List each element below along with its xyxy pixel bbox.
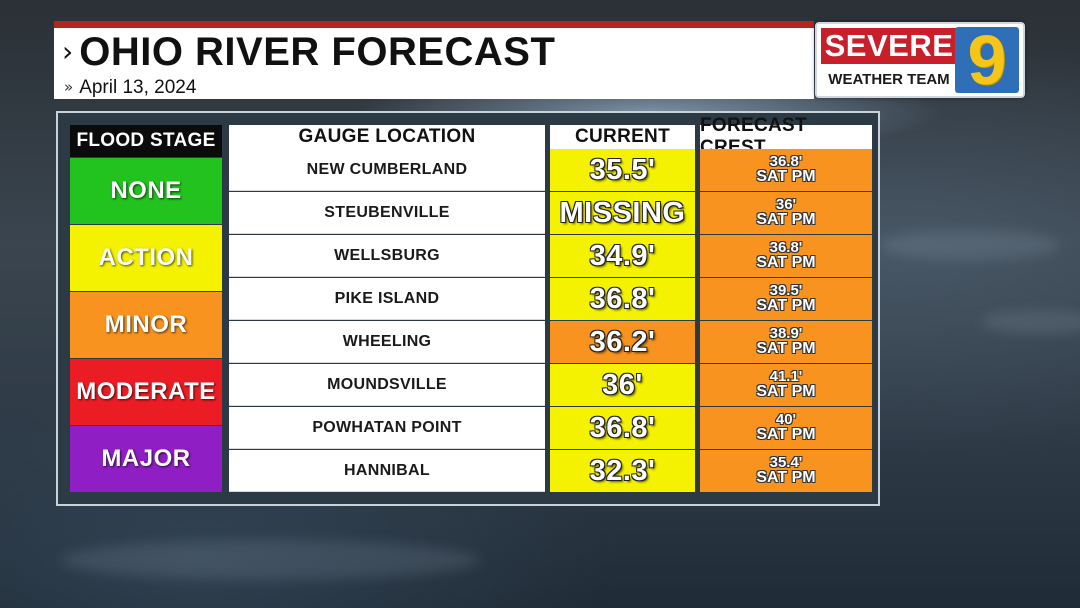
flood-stage-header: FLOOD STAGE xyxy=(70,125,222,157)
forecast-crest-cell: 41.1' SAT PM xyxy=(700,364,872,406)
crest-value: 35.4' xyxy=(769,453,803,471)
crest-time: SAT PM xyxy=(756,211,816,229)
crest-time: SAT PM xyxy=(756,383,816,401)
logo-channel-number: 9 xyxy=(955,25,1019,95)
forecast-crest-cell: 36.8' SAT PM xyxy=(700,149,872,191)
crest-time: SAT PM xyxy=(756,168,816,186)
flood-stage-moderate: MODERATE xyxy=(70,359,222,425)
current-level-cell: 32.3' xyxy=(550,450,695,492)
current-level-cell: 36.8' xyxy=(550,407,695,449)
crest-value: 36.8' xyxy=(769,238,803,256)
forecast-crest-cell: 36.8' SAT PM xyxy=(700,235,872,277)
date-row: » April 13, 2024 xyxy=(64,78,196,97)
flood-stage-legend: FLOOD STAGE NONE ACTION MINOR MODERATE MAJOR xyxy=(70,125,222,492)
gauge-location-cell: STEUBENVILLE xyxy=(229,192,545,234)
header-banner: › OHIO RIVER FORECAST » April 13, 2024 xyxy=(54,21,814,99)
current-level-cell: 35.5' xyxy=(550,149,695,191)
gauge-location-cell: WHEELING xyxy=(229,321,545,363)
crest-value: 39.5' xyxy=(769,281,803,299)
crest-time: SAT PM xyxy=(756,469,816,487)
crest-value: 40' xyxy=(775,410,797,428)
crest-value: 36.8' xyxy=(769,152,803,170)
gauge-location-cell: PIKE ISLAND xyxy=(229,278,545,320)
current-level-cell: 36.2' xyxy=(550,321,695,363)
forecast-date: April 13, 2024 xyxy=(79,77,197,98)
crest-value: 36' xyxy=(775,195,797,213)
current-header: CURRENT xyxy=(550,125,695,149)
background-wave xyxy=(980,310,1080,334)
double-chevron-right-icon: » xyxy=(64,78,74,96)
gauge-location-cell: POWHATAN POINT xyxy=(229,407,545,449)
forecast-crest-cell: 36' SAT PM xyxy=(700,192,872,234)
crest-time: SAT PM xyxy=(756,426,816,444)
crest-time: SAT PM xyxy=(756,254,816,272)
background-wave xyxy=(880,230,1060,260)
crest-value: 41.1' xyxy=(769,367,803,385)
page-title: OHIO RIVER FORECAST xyxy=(79,30,556,74)
crest-time: SAT PM xyxy=(756,297,816,315)
title-row: › OHIO RIVER FORECAST xyxy=(62,32,555,72)
forecast-panel: FLOOD STAGE NONE ACTION MINOR MODERATE MAJOR… xyxy=(56,111,880,506)
forecast-crest-cell: 39.5' SAT PM xyxy=(700,278,872,320)
gauge-location-column: NEW CUMBERLAND STEUBENVILLE WELLSBURG PIKE … xyxy=(229,149,545,493)
flood-stage-major: MAJOR xyxy=(70,426,222,492)
gauge-location-cell: HANNIBAL xyxy=(229,450,545,492)
forecast-crest-header: FORECAST CREST xyxy=(700,115,872,158)
severe-weather-team-logo: SEVERE WEATHER TEAM 9 xyxy=(815,22,1025,98)
current-level-cell: 34.9' xyxy=(550,235,695,277)
gauge-location-cell: NEW CUMBERLAND xyxy=(229,149,545,191)
forecast-crest-column: 36.8' SAT PM 36' SAT PM 36.8' SAT PM 39.5' SAT … xyxy=(700,149,872,493)
logo-weather-team-text: WEATHER TEAM xyxy=(828,70,950,88)
flood-stage-list: NONE ACTION MINOR MODERATE MAJOR xyxy=(70,158,222,492)
current-level-cell: 36.8' xyxy=(550,278,695,320)
crest-value: 38.9' xyxy=(769,324,803,342)
background-wave xyxy=(60,540,480,580)
forecast-crest-cell: 38.9' SAT PM xyxy=(700,321,872,363)
current-column: 35.5' MISSING 34.9' 36.8' 36.2' 36' 36.8' 32.3' xyxy=(550,149,695,493)
gauge-location-cell: MOUNDSVILLE xyxy=(229,364,545,406)
flood-stage-minor: MINOR xyxy=(70,292,222,358)
crest-time: SAT PM xyxy=(756,340,816,358)
flood-stage-none: NONE xyxy=(70,158,222,224)
gauge-location-header: GAUGE LOCATION xyxy=(229,125,545,149)
forecast-crest-cell: 40' SAT PM xyxy=(700,407,872,449)
gauge-location-cell: WELLSBURG xyxy=(229,235,545,277)
flood-stage-action: ACTION xyxy=(70,225,222,291)
logo-severe-text: SEVERE xyxy=(821,28,957,64)
forecast-crest-cell: 35.4' SAT PM xyxy=(700,450,872,492)
current-level-cell: 36' xyxy=(550,364,695,406)
current-level-cell: MISSING xyxy=(550,192,695,234)
chevron-right-icon: › xyxy=(62,35,74,68)
